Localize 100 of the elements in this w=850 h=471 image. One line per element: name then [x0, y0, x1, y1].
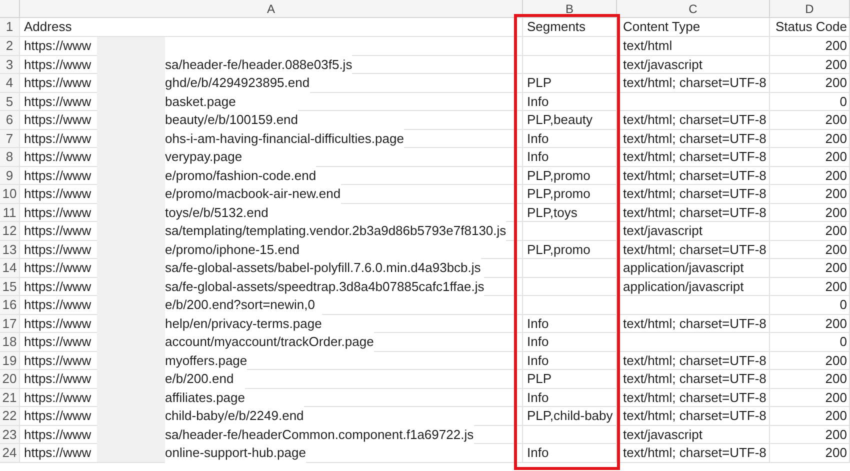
table-cell: 200 [770, 111, 850, 130]
row-number: 15 [0, 278, 20, 296]
column-header[interactable]: C [688, 0, 698, 18]
table-cell: Info [523, 92, 617, 111]
table-cell: text/html; charset=UTF-8 [617, 185, 770, 204]
table-cell: 200 [770, 352, 850, 370]
table-cell: 200 [770, 259, 850, 278]
table-cell: text/html; charset=UTF-8 [617, 240, 770, 259]
table-cell: Info [523, 148, 617, 166]
table-cell: 200 [770, 314, 850, 333]
row-number: 14 [0, 259, 20, 278]
table-cell: 200 [770, 278, 850, 296]
table-cell: beauty/e/b/100159.end [165, 110, 298, 130]
redaction-block [97, 444, 165, 462]
table-cell: 0 [770, 333, 850, 352]
table-cell: text/html; charset=UTF-8 [617, 407, 770, 426]
table-cell: text/html [617, 37, 770, 56]
row-number: 18 [0, 333, 20, 352]
table-cell: https://www [24, 94, 92, 108]
table-cell: sa/templating/templating.vendor.2b3a9d86b5793e7f8130.js [165, 221, 506, 240]
table-cell: PLP,beauty [523, 111, 617, 130]
column-header[interactable]: D [805, 0, 814, 18]
row-number: 24 [0, 444, 20, 462]
table-cell: Info [523, 333, 617, 352]
table-cell: https://www [24, 75, 92, 90]
table-cell: Info [523, 130, 617, 148]
table-cell: 200 [770, 240, 850, 259]
row-number: 11 [0, 204, 20, 222]
table-cell: Info [523, 314, 617, 333]
table-cell: text/html; charset=UTF-8 [617, 352, 770, 370]
table-cell: text/html; charset=UTF-8 [617, 204, 770, 222]
table-cell: PLP,child-baby [523, 407, 617, 426]
table-cell: https://www [24, 390, 92, 404]
table-cell: 200 [770, 74, 850, 92]
table-cell: 200 [770, 56, 850, 74]
table-cell: https://www [24, 130, 92, 146]
table-cell: PLP,toys [523, 204, 617, 222]
table-cell: PLP [523, 370, 617, 388]
table-cell: 200 [770, 130, 850, 148]
table-cell: 200 [770, 148, 850, 166]
table-cell: 200 [770, 166, 850, 185]
row-number: 1 [0, 18, 20, 37]
table-cell: PLP [523, 74, 617, 92]
table-cell: 200 [770, 407, 850, 426]
table-cell: Info [523, 352, 617, 370]
row-number: 5 [0, 92, 20, 111]
redaction-block [97, 36, 165, 55]
table-cell: Segments [523, 18, 617, 37]
table-cell: text/html; charset=UTF-8 [617, 388, 770, 407]
table-cell: 200 [770, 370, 850, 388]
row-number: 19 [0, 352, 20, 370]
table-cell: 200 [770, 222, 850, 240]
table-cell: 200 [770, 185, 850, 204]
table-cell: text/javascript [617, 56, 770, 74]
table-cell: text/html; charset=UTF-8 [617, 130, 770, 148]
table-cell: PLP,promo [523, 240, 617, 259]
table-cell: text/html; charset=UTF-8 [617, 74, 770, 92]
table-cell: sa/header-fe/header.088e03f5.js [165, 54, 352, 74]
table-cell: 200 [770, 444, 850, 462]
table-cell: https://www [24, 334, 92, 349]
table-cell: child-baby/e/b/2249.end [165, 406, 304, 426]
column-header[interactable]: A [266, 0, 275, 18]
table-cell: https://www [24, 445, 92, 460]
column-header[interactable]: B [565, 0, 574, 18]
row-number: 7 [0, 130, 20, 148]
table-cell: sa/fe-global-assets/speedtrap.3d8a4b07885cafc1ffae.js [165, 276, 484, 296]
table-cell: sa/fe-global-assets/babel-polyfill.7.6.0.min.d4a93bcb.js [165, 258, 481, 278]
table-cell: ohs-i-am-having-financial-difficulties.page [165, 128, 404, 148]
table-cell: Status Code [770, 18, 850, 37]
table-cell: text/html; charset=UTF-8 [617, 111, 770, 130]
table-cell: https://www [24, 149, 92, 164]
table-cell: https://www [24, 297, 92, 312]
row-number: 12 [0, 222, 20, 240]
row-number: 21 [0, 388, 20, 407]
row-number: 9 [0, 166, 20, 185]
table-cell: 200 [770, 388, 850, 407]
row-number: 17 [0, 314, 20, 333]
row-number: 8 [0, 148, 20, 166]
table-cell: Content Type [617, 18, 770, 37]
table-cell: https://www [24, 168, 92, 182]
table-cell: 0 [770, 92, 850, 111]
table-cell: https://www [24, 260, 92, 275]
row-number: 2 [0, 37, 20, 56]
table-cell: text/html; charset=UTF-8 [617, 148, 770, 166]
table-cell: Info [523, 444, 617, 462]
table-cell: https://www [24, 408, 92, 423]
table-cell: https://www [24, 278, 92, 294]
row-number: 10 [0, 185, 20, 204]
table-cell: e/promo/fashion-code.end [165, 166, 316, 185]
table-cell: https://www [24, 426, 92, 442]
table-cell: text/javascript [617, 222, 770, 240]
table-cell: affiliates.page [165, 388, 245, 407]
table-cell: https://www [24, 204, 92, 220]
row-number: 3 [0, 56, 20, 74]
table-cell: sa/header-fe/headerCommon.component.f1a69722.js [165, 424, 474, 444]
table-cell: https://www [24, 112, 92, 127]
table-cell: 0 [770, 296, 850, 314]
table-cell: Info [523, 388, 617, 407]
table-cell: application/javascript [617, 259, 770, 278]
table-cell: https://www [24, 186, 92, 201]
